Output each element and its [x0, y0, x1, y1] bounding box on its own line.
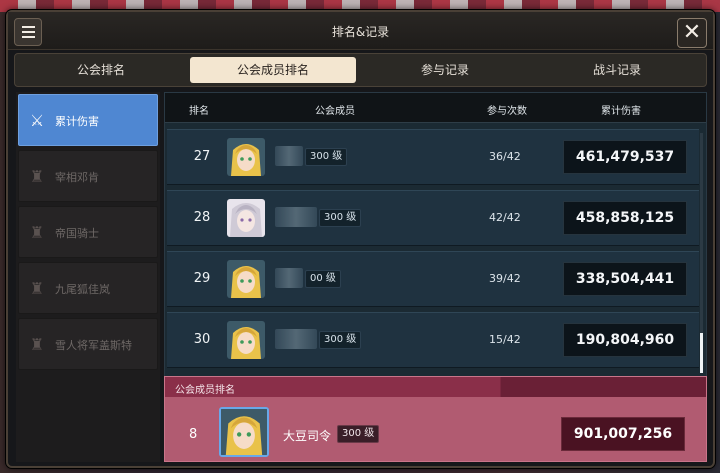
window-title: 排名&记录: [331, 25, 390, 39]
my-rank-header: 公会成员排名: [165, 377, 706, 397]
scrollbar-thumb[interactable]: [700, 333, 703, 373]
sidebar-item-label: 宰相邓肯: [55, 171, 99, 184]
my-avatar: [219, 407, 269, 457]
table-header: 排名 公会成员 参与次数 累计伤害: [165, 93, 706, 123]
my-rank-title: 公会成员排名: [175, 385, 235, 396]
sidebar-item-boss-duncan[interactable]: ♜ 宰相邓肯: [18, 150, 158, 202]
participation-count: 36/42: [489, 150, 521, 163]
tab-battle-log[interactable]: 战斗记录: [534, 57, 700, 83]
my-rank-number: 8: [189, 427, 198, 442]
tab-member-ranking[interactable]: 公会成员排名: [190, 57, 356, 83]
sidebar-item-total-damage[interactable]: ⚔ 累计伤害: [18, 94, 158, 146]
my-total-damage: 901,007,256: [561, 417, 685, 451]
row-rank: 27: [193, 149, 211, 164]
close-button[interactable]: ✕: [677, 18, 707, 48]
hero-avatar: [227, 260, 265, 298]
sidebar-item-boss-snowman[interactable]: ♜ 雪人将军盖斯特: [18, 318, 158, 370]
header-damage: 累计伤害: [601, 106, 641, 117]
my-level-badge: 300 级: [337, 425, 380, 443]
row-rank: 29: [193, 271, 211, 286]
row-rank: 28: [193, 210, 211, 225]
blurred-name: [275, 146, 303, 166]
participation-count: 42/42: [489, 211, 521, 224]
header-count: 参与次数: [487, 106, 527, 117]
boss-icon: ♜: [29, 223, 45, 242]
tab-guild-ranking[interactable]: 公会排名: [18, 57, 184, 83]
level-badge: 300 级: [305, 148, 348, 166]
row-rank: 30: [193, 332, 211, 347]
blurred-name: [275, 207, 317, 227]
tab-bar: 公会排名 公会成员排名 参与记录 战斗记录: [14, 53, 707, 87]
total-damage: 458,858,125: [563, 201, 687, 235]
ranking-panel: 排名&记录 ✕ 公会排名 公会成员排名 参与记录 战斗记录 ⚔ 累计伤害 ♜ 宰…: [6, 10, 715, 468]
ranking-table: 排名 公会成员 参与次数 累计伤害 27 300 级 36/42 461,479…: [164, 92, 707, 378]
boss-icon: ♜: [29, 279, 45, 298]
my-name: 大豆司令: [283, 429, 332, 443]
table-row[interactable]: 27 300 级 36/42 461,479,537: [167, 129, 699, 185]
blurred-name: [275, 268, 303, 288]
sidebar-item-boss-fox[interactable]: ♜ 九尾狐佳岚: [18, 262, 158, 314]
hero-avatar: [227, 138, 265, 176]
total-damage: 338,504,441: [563, 262, 687, 296]
sidebar-item-label: 累计伤害: [55, 115, 99, 128]
sidebar-item-label: 雪人将军盖斯特: [55, 339, 132, 352]
total-damage: 461,479,537: [563, 140, 687, 174]
sidebar-item-label: 帝国骑士: [55, 227, 99, 240]
participation-count: 39/42: [489, 272, 521, 285]
total-damage: 190,804,960: [563, 323, 687, 357]
title-bar: 排名&记录 ✕: [8, 12, 713, 50]
level-badge: 300 级: [319, 209, 362, 227]
level-badge: 300 级: [319, 331, 362, 349]
hero-avatar: [227, 199, 265, 237]
header-rank: 排名: [189, 106, 209, 117]
table-rows[interactable]: 27 300 级 36/42 461,479,537 28 300 级 42/4…: [165, 127, 701, 377]
my-rank-panel: 公会成员排名 8 大豆司令 300 级 901,007,256: [164, 376, 707, 462]
tab-participation-log[interactable]: 参与记录: [362, 57, 528, 83]
sidebar-item-label: 九尾狐佳岚: [55, 283, 110, 296]
table-row[interactable]: 30 300 级 15/42 190,804,960: [167, 312, 699, 368]
boss-icon: ♜: [29, 335, 45, 354]
level-badge: 00 级: [305, 270, 341, 288]
sidebar-item-boss-knight[interactable]: ♜ 帝国骑士: [18, 206, 158, 258]
boss-icon: ♜: [29, 167, 45, 186]
blurred-name: [275, 329, 317, 349]
table-row[interactable]: 28 300 级 42/42 458,858,125: [167, 190, 699, 246]
sword-icon: ⚔: [29, 111, 45, 130]
close-icon: ✕: [682, 20, 702, 45]
table-row[interactable]: 29 00 级 39/42 338,504,441: [167, 251, 699, 307]
participation-count: 15/42: [489, 333, 521, 346]
sidebar: ⚔ 累计伤害 ♜ 宰相邓肯 ♜ 帝国骑士 ♜ 九尾狐佳岚 ♜ 雪人将军盖斯特: [16, 92, 160, 462]
header-member: 公会成员: [315, 106, 355, 117]
hero-avatar: [227, 321, 265, 359]
